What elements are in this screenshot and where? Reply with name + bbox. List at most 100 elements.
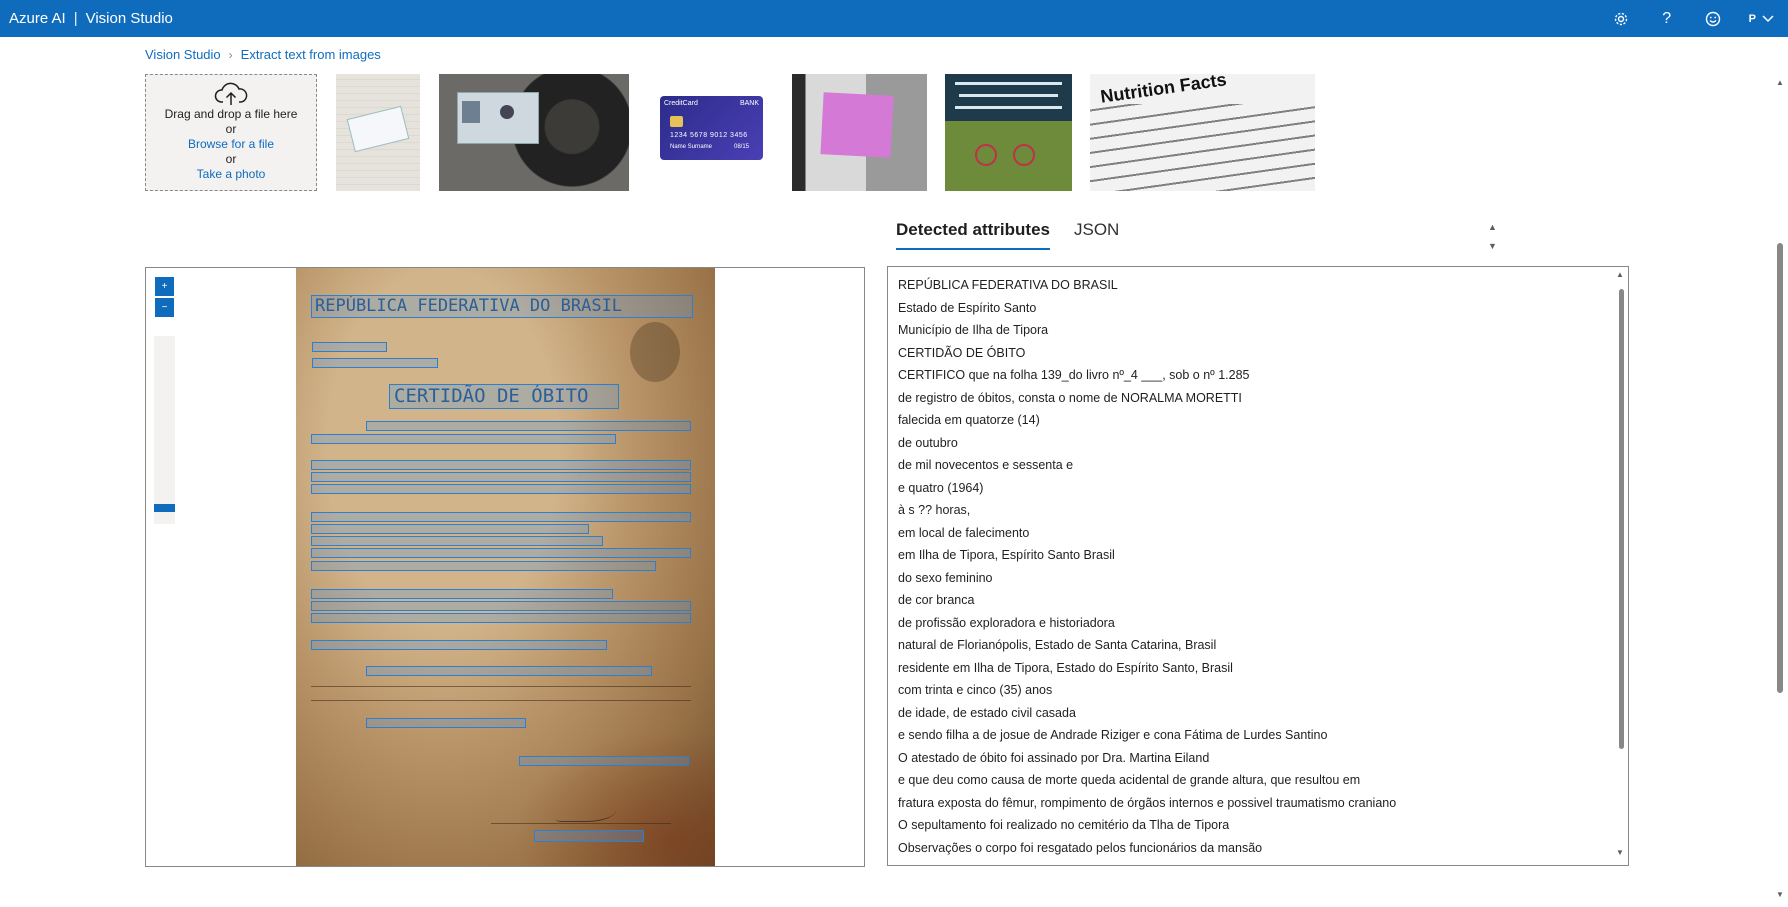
result-line[interactable]: de outubro [898, 432, 1618, 455]
ocr-box-heading[interactable]: CERTIDÃO DE ÓBITO [389, 384, 619, 409]
zoom-slider-thumb[interactable] [154, 504, 175, 512]
scroll-down-icon[interactable]: ▼ [1616, 848, 1624, 857]
result-line[interactable]: O sepultamento foi realizado no cemitéri… [898, 814, 1618, 837]
result-line[interactable]: de profissão exploradora e historiadora [898, 612, 1618, 635]
result-line[interactable]: residente em Ilha de Tipora, Estado do E… [898, 657, 1618, 680]
ocr-box[interactable] [534, 830, 644, 842]
result-line[interactable]: de registro de óbitos, consta o nome de … [898, 387, 1618, 410]
ocr-box[interactable] [311, 434, 616, 444]
ocr-box[interactable] [312, 358, 438, 368]
upload-cloud-icon [146, 81, 316, 107]
result-line[interactable]: de cor branca [898, 589, 1618, 612]
result-line[interactable]: CERTIFICO que na folha 139_do livro nº_4… [898, 364, 1618, 387]
account-menu[interactable]: P [1749, 13, 1774, 25]
result-line[interactable]: O atestado de óbito foi assinado por Dra… [898, 747, 1618, 770]
ocr-box[interactable] [366, 666, 652, 676]
result-line[interactable]: Município de Ilha de Tipora [898, 319, 1618, 342]
detected-attributes-panel[interactable]: REPÚBLICA FEDERATIVA DO BRASIL Estado de … [887, 266, 1629, 866]
ocr-box[interactable] [311, 548, 691, 558]
result-line[interactable]: com trinta e cinco (35) anos [898, 679, 1618, 702]
ocr-box[interactable] [311, 640, 607, 650]
ocr-box[interactable] [311, 524, 589, 534]
result-line[interactable]: Estado de Espírito Santo [898, 297, 1618, 320]
ocr-box[interactable] [312, 342, 387, 352]
tab-json[interactable]: JSON [1074, 220, 1119, 250]
drag-drop-text: Drag and drop a file here [164, 107, 298, 121]
result-line[interactable]: de idade, de estado civil casada [898, 702, 1618, 725]
result-line[interactable]: e quatro (1964) [898, 477, 1618, 500]
result-line[interactable]: REPÚBLICA FEDERATIVA DO BRASIL [898, 274, 1618, 297]
ocr-box[interactable] [311, 512, 691, 522]
result-line[interactable]: e sendo filha a de josue de Andrade Rizi… [898, 724, 1618, 747]
feedback-icon[interactable] [1703, 9, 1723, 29]
browse-file-link[interactable]: Browse for a file [146, 137, 316, 152]
ocr-box[interactable] [311, 589, 613, 599]
results-scrollbar[interactable]: ▲ ▼ [1616, 270, 1626, 860]
page-scrollbar-thumb[interactable] [1777, 243, 1783, 693]
result-line[interactable]: natural de Florianópolis, Estado de Sant… [898, 634, 1618, 657]
take-photo-link[interactable]: Take a photo [146, 167, 316, 182]
scroll-up-icon[interactable]: ▲ [1616, 270, 1624, 279]
zoom-slider[interactable] [154, 336, 175, 524]
sample-image-bicycle-poster[interactable] [945, 74, 1072, 191]
sample-image-sticky-note[interactable] [792, 74, 927, 191]
ocr-box[interactable] [311, 460, 691, 470]
ocr-box[interactable] [366, 421, 691, 431]
nutrition-title: Nutrition Facts [1099, 74, 1228, 107]
scroll-down-icon[interactable]: ▼ [1776, 890, 1784, 899]
product-name: Vision Studio [85, 10, 173, 27]
or-text: or [225, 152, 237, 166]
sample-image-nutrition-facts[interactable]: Nutrition Facts [1090, 74, 1315, 191]
page-scrollbar[interactable]: ▲ ▼ [1775, 78, 1785, 899]
ocr-box[interactable] [311, 601, 691, 611]
sample-image-credit-card[interactable]: CreditCard BANK 1234 5678 9012 3456 Name… [648, 74, 776, 191]
avatar: P [1748, 12, 1756, 25]
brand[interactable]: Azure AI | Vision Studio [0, 10, 173, 27]
ocr-box[interactable] [311, 613, 691, 623]
card-name: Name Surname [670, 144, 713, 150]
scroll-up-icon[interactable]: ▲ [1488, 218, 1497, 237]
result-line[interactable]: e que deu como causa de morte queda acid… [898, 769, 1618, 792]
result-line[interactable]: CERTIDÃO DE ÓBITO [898, 342, 1618, 365]
ocr-box[interactable] [311, 536, 603, 546]
brand-separator: | [73, 10, 78, 27]
tab-scroll-arrows[interactable]: ▲ ▼ [1488, 218, 1497, 256]
result-line[interactable]: à s ?? horas, [898, 499, 1618, 522]
sample-image-social-security-card[interactable] [336, 74, 420, 191]
signature [556, 798, 616, 822]
result-line[interactable]: em local de falecimento [898, 522, 1618, 545]
result-line[interactable]: do sexo feminino [898, 567, 1618, 590]
image-viewer[interactable]: + − REPÚBLICA FEDERATIVA DO BRASIL CERTI… [145, 267, 865, 867]
zoom-in-button[interactable]: + [155, 277, 174, 296]
result-line[interactable]: de mil novecentos e sessenta e [898, 454, 1618, 477]
ocr-box[interactable] [311, 472, 691, 482]
result-tabs: Detected attributes JSON [896, 220, 1119, 250]
scroll-down-icon[interactable]: ▼ [1488, 237, 1497, 256]
result-line[interactable]: fratura exposta do fêmur, rompimento de … [898, 792, 1618, 815]
breadcrumb: Vision Studio › Extract text from images [145, 47, 381, 62]
upload-dropzone[interactable]: Drag and drop a file here or Browse for … [145, 74, 317, 191]
or-text: or [225, 122, 237, 136]
sample-image-id-card[interactable] [439, 74, 629, 191]
results-scrollbar-thumb[interactable] [1619, 289, 1624, 749]
brand-name: Azure AI [9, 10, 66, 27]
ocr-box[interactable] [366, 718, 526, 728]
breadcrumb-root[interactable]: Vision Studio [145, 47, 221, 62]
tab-detected-attributes[interactable]: Detected attributes [896, 220, 1050, 250]
scroll-up-icon[interactable]: ▲ [1776, 78, 1784, 87]
ocr-box[interactable] [519, 756, 689, 766]
result-line[interactable]: falecida em quatorze (14) [898, 409, 1618, 432]
result-line[interactable]: em Ilha de Tipora, Espírito Santo Brasil [898, 544, 1618, 567]
card-number: 1234 5678 9012 3456 [670, 132, 748, 139]
breadcrumb-current[interactable]: Extract text from images [241, 47, 381, 62]
coat-of-arms-seal [630, 322, 680, 382]
ocr-box-title[interactable]: REPÚBLICA FEDERATIVA DO BRASIL [311, 295, 693, 318]
settings-icon[interactable] [1611, 9, 1631, 29]
card-chip-icon [670, 116, 683, 127]
zoom-out-button[interactable]: − [155, 298, 174, 317]
result-line[interactable]: Observações o corpo foi resgatado pelos … [898, 837, 1618, 860]
help-icon[interactable]: ? [1657, 9, 1677, 29]
ocr-box[interactable] [311, 561, 656, 571]
ocr-box[interactable] [311, 484, 691, 494]
document-image: REPÚBLICA FEDERATIVA DO BRASIL CERTIDÃO … [296, 268, 715, 866]
